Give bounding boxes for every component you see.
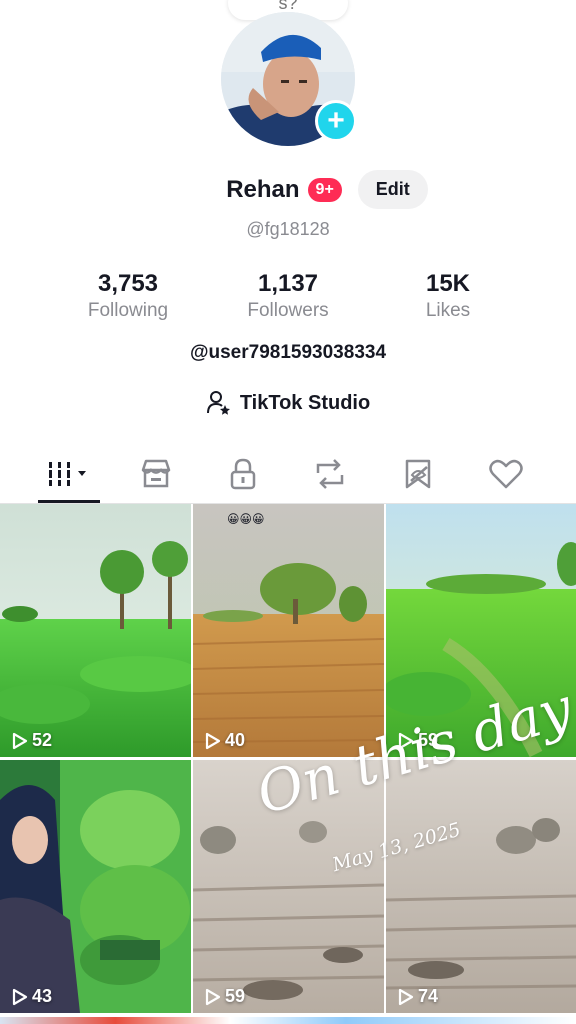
play-icon bbox=[205, 988, 221, 1005]
view-count-text: 52 bbox=[32, 730, 53, 750]
view-count: 40 bbox=[203, 730, 245, 751]
lock-icon bbox=[230, 458, 256, 490]
stat-following[interactable]: 3,753 Following bbox=[58, 270, 198, 322]
video-thumbnail[interactable]: 😀😀😀 40 bbox=[193, 504, 384, 757]
profile-handle: @fg18128 bbox=[246, 219, 330, 239]
notification-badge[interactable]: 9+ bbox=[307, 177, 342, 202]
view-count-text: 40 bbox=[225, 730, 246, 750]
video-thumbnail-image bbox=[193, 504, 384, 757]
heart-icon bbox=[489, 459, 523, 489]
name-row: Rehan 9+ Edit bbox=[0, 170, 576, 209]
view-count-text: 74 bbox=[418, 986, 439, 1006]
tab-liked[interactable] bbox=[478, 452, 534, 496]
stat-followers[interactable]: 1,137 Followers bbox=[218, 270, 358, 322]
plus-icon: + bbox=[327, 104, 345, 137]
favorites-icon bbox=[405, 459, 431, 489]
tiktok-studio-link[interactable]: TikTok Studio bbox=[0, 390, 576, 416]
video-thumbnail-image bbox=[386, 760, 576, 1013]
tab-reposts[interactable] bbox=[302, 452, 358, 496]
tab-shop[interactable] bbox=[128, 452, 184, 496]
person-star-icon bbox=[206, 391, 230, 415]
view-count: 74 bbox=[396, 986, 438, 1007]
repost-icon bbox=[316, 459, 344, 489]
following-label: Following bbox=[87, 300, 169, 321]
tab-active-indicator bbox=[38, 500, 100, 503]
play-icon bbox=[12, 732, 28, 749]
view-count-text: 43 bbox=[32, 986, 53, 1006]
user-id-text[interactable]: @user7981593038334 bbox=[0, 342, 576, 364]
video-thumbnail-image bbox=[0, 760, 191, 1013]
play-icon bbox=[12, 988, 28, 1005]
tab-private[interactable] bbox=[215, 452, 271, 496]
play-icon bbox=[205, 732, 221, 749]
tab-videos[interactable] bbox=[40, 452, 96, 496]
studio-label: TikTok Studio bbox=[239, 391, 371, 414]
video-caption-emoji: 😀😀😀 bbox=[227, 512, 265, 526]
video-thumbnail-image bbox=[0, 504, 191, 757]
stat-likes[interactable]: 15K Likes bbox=[378, 270, 518, 322]
tab-favorites[interactable] bbox=[390, 452, 446, 496]
profile-stats: 3,753 Following 1,137 Followers 15K Like… bbox=[0, 270, 576, 330]
view-count: 52 bbox=[10, 730, 52, 751]
videos-grid-icon bbox=[44, 462, 86, 486]
play-icon bbox=[398, 988, 414, 1005]
followers-count: 1,137 bbox=[257, 270, 319, 297]
likes-label: Likes bbox=[425, 300, 471, 321]
following-count: 3,753 bbox=[97, 270, 159, 297]
view-count: 43 bbox=[10, 986, 52, 1007]
edit-profile-button[interactable]: Edit bbox=[357, 170, 428, 209]
video-thumbnail[interactable]: 43 bbox=[0, 760, 191, 1013]
followers-label: Followers bbox=[247, 300, 329, 321]
view-count-text: 59 bbox=[225, 986, 246, 1006]
add-story-button[interactable]: + bbox=[315, 100, 357, 142]
likes-count: 15K bbox=[425, 270, 471, 297]
next-row-thumbnails bbox=[0, 1017, 576, 1024]
profile-avatar[interactable]: + bbox=[221, 12, 357, 146]
view-count: 59 bbox=[203, 986, 245, 1007]
video-thumbnail[interactable]: 74 bbox=[386, 760, 576, 1013]
profile-name: Rehan bbox=[226, 175, 300, 203]
shop-icon bbox=[141, 459, 171, 488]
profile-tabs bbox=[0, 448, 576, 504]
video-thumbnail[interactable]: 52 bbox=[0, 504, 191, 757]
